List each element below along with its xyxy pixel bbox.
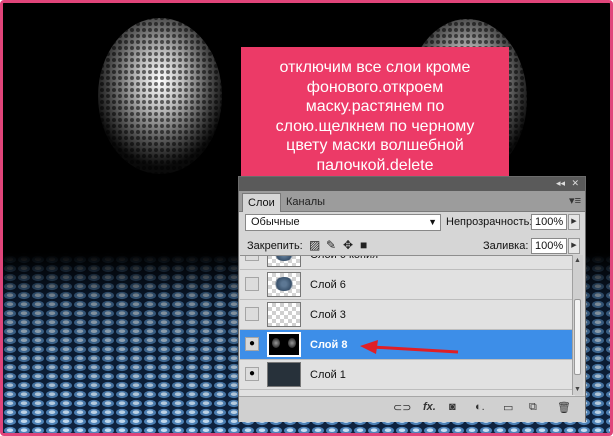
opacity-input[interactable]: 100% <box>531 214 567 230</box>
trash-icon[interactable]: 🗑 <box>557 401 571 414</box>
caption-line: фонового.откроем <box>306 78 444 96</box>
layer-thumbnail <box>267 272 301 297</box>
caption-line: отключим все слои кроме <box>279 59 471 76</box>
lock-move-icon[interactable]: ✥ <box>343 238 353 252</box>
pointer-arrow <box>360 340 459 354</box>
layer-thumbnail <box>267 256 301 267</box>
panel-titlebar[interactable]: ◂◂ ✕ <box>239 177 585 191</box>
caption-line: слою.щелкнем по черному <box>275 117 475 135</box>
scroll-down-icon[interactable]: ▼ <box>574 386 581 393</box>
link-icon[interactable]: ⊂⊃ <box>393 401 411 414</box>
panel-menu-icon[interactable]: ▾≡ <box>569 194 581 207</box>
caption-line: цвету маски волшебной <box>286 137 464 155</box>
fill-stepper[interactable]: ▶ <box>568 238 580 254</box>
layer-row[interactable]: Слой 6 копия <box>240 256 575 270</box>
layer-thumbnail <box>267 302 301 327</box>
scrollbar-thumb[interactable] <box>574 299 581 375</box>
layers-panel: ◂◂ ✕ Слои Каналы ▾≡ Обычные ▼ Непрозрачн… <box>238 176 586 422</box>
fill-label: Заливка: <box>483 240 529 252</box>
screenshot-frame: отключим все слои кроме фонового.откроем… <box>0 0 613 436</box>
layer-name[interactable]: Слой 6 копия <box>310 256 378 270</box>
layer-thumbnail <box>267 332 301 357</box>
blend-mode-value: Обычные <box>251 216 300 228</box>
collapse-icon[interactable]: ◂◂ <box>556 178 565 189</box>
layer-name[interactable]: Слой 8 <box>310 330 347 360</box>
layer-thumbnail <box>267 362 301 387</box>
tab-layers[interactable]: Слои <box>242 193 281 212</box>
folder-icon[interactable]: ▭ <box>503 401 513 414</box>
instruction-caption: отключим все слои кроме фонового.откроем… <box>241 47 509 191</box>
left-sphere <box>98 18 222 174</box>
fx-icon[interactable]: fx. <box>423 401 436 413</box>
layer-row[interactable]: Слой 6 <box>240 270 575 300</box>
caption-line: палочкой.delete <box>316 156 434 174</box>
caption-line: маску.растянем по <box>305 98 445 116</box>
layer-name[interactable]: Слой 1 <box>310 360 346 390</box>
layers-list: Слой 6 копия Слой 6 Слой 3 ● Слой 8 ● Сл… <box>240 255 575 396</box>
tab-channels[interactable]: Каналы <box>281 193 330 211</box>
layer-name[interactable]: Слой 3 <box>310 300 346 330</box>
lock-label: Закрепить: <box>247 240 303 252</box>
add-mask-icon[interactable]: ◙ <box>449 401 456 413</box>
layer-name[interactable]: Слой 6 <box>310 270 346 300</box>
eye-icon[interactable]: ● <box>245 367 259 381</box>
scroll-up-icon[interactable]: ▲ <box>574 257 581 264</box>
visibility-toggle[interactable] <box>245 277 259 291</box>
visibility-toggle[interactable] <box>245 307 259 321</box>
layers-scrollbar[interactable]: ▲ ▼ <box>572 255 583 395</box>
panel-footer: ⊂⊃ fx. ◙ ◐. ▭ ⧉ 🗑 <box>239 396 585 422</box>
layer-row[interactable]: ● Слой 1 <box>240 360 575 390</box>
panel-tabbar: Слои Каналы ▾≡ <box>239 191 585 212</box>
chevron-down-icon: ▼ <box>428 217 437 227</box>
lock-transparent-icon[interactable]: ▨ <box>309 238 320 252</box>
layer-row[interactable]: Слой 3 <box>240 300 575 330</box>
new-layer-icon[interactable]: ⧉ <box>529 401 537 414</box>
blend-mode-select[interactable]: Обычные ▼ <box>245 214 441 231</box>
visibility-toggle[interactable] <box>245 256 259 261</box>
close-icon[interactable]: ✕ <box>571 178 579 189</box>
opacity-stepper[interactable]: ▶ <box>568 214 580 230</box>
eye-icon[interactable]: ● <box>245 337 259 351</box>
opacity-label: Непрозрачность: <box>446 216 533 228</box>
lock-all-icon[interactable]: ■ <box>360 238 367 252</box>
fill-input[interactable]: 100% <box>531 238 567 254</box>
adjustment-icon[interactable]: ◐. <box>475 401 485 413</box>
lock-brush-icon[interactable]: ✎ <box>326 238 336 252</box>
